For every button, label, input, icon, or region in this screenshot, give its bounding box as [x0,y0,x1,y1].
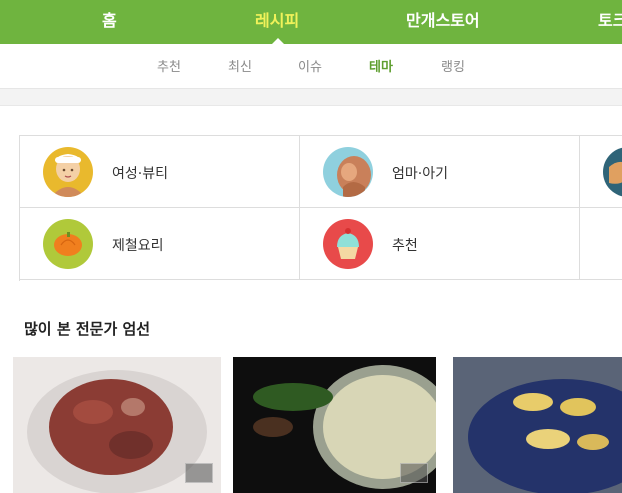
theme-label: 추천 [392,238,418,254]
nav-home[interactable]: 홈 [102,0,117,44]
mother-baby-icon [323,147,373,197]
cupcake-icon [323,219,373,269]
nav-talk[interactable]: 토크 [598,0,622,44]
theme-item-mom-baby[interactable]: 엄마·아기 [300,136,580,208]
theme-grid: 여성·뷰티 엄마·아기 제철요리 추천 [19,135,622,281]
partial-theme-icon [603,147,622,197]
section-title: 많이 본 전문가 엄선 [24,320,151,338]
nav-store[interactable]: 만개스토어 [406,0,480,44]
recipe-thumbnail[interactable] [233,357,436,493]
theme-item-partial[interactable] [580,136,622,208]
subnav-issue[interactable]: 이슈 [298,56,322,75]
video-badge-icon [400,463,428,483]
section-divider [0,89,622,106]
sub-nav: 추천 최신 이슈 테마 랭킹 [0,44,622,89]
beauty-woman-icon [43,147,93,197]
subnav-ranking[interactable]: 랭킹 [441,56,465,75]
recipe-thumbnail[interactable] [13,357,221,493]
subnav-recommend[interactable]: 추천 [157,56,181,75]
theme-item-recommend[interactable]: 추천 [300,208,580,280]
top-nav: 홈 레시피 만개스토어 토크 [0,0,622,44]
theme-item-empty [580,208,622,280]
subnav-latest[interactable]: 최신 [228,56,252,75]
pumpkin-icon [43,219,93,269]
theme-label: 여성·뷰티 [112,166,168,182]
video-badge-icon [185,463,213,483]
theme-label: 제철요리 [112,238,164,254]
theme-item-seasonal[interactable]: 제철요리 [20,208,300,280]
theme-item-beauty[interactable]: 여성·뷰티 [20,136,300,208]
theme-label: 엄마·아기 [392,166,448,182]
recipe-thumbnail[interactable] [453,357,622,493]
subnav-theme[interactable]: 테마 [369,56,393,75]
